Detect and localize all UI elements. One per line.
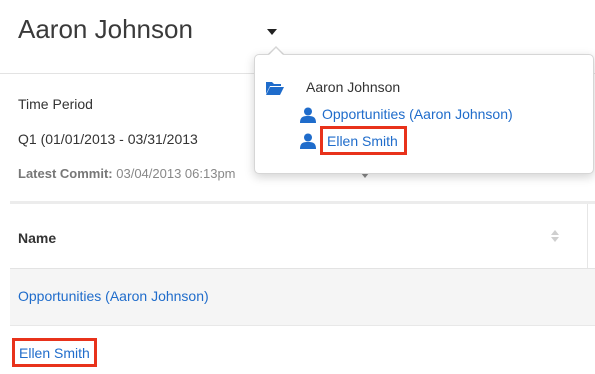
sort-down-icon (551, 237, 559, 242)
dropdown-arrow-fill (268, 48, 284, 56)
tree-item-label: Opportunities (Aaron Johnson) (322, 106, 513, 122)
user-tree-dropdown: Aaron Johnson Opportunities (Aaron Johns… (254, 54, 594, 174)
person-icon (300, 133, 316, 149)
table-header: Name (10, 204, 595, 269)
sort-up-icon (551, 230, 559, 235)
folder-open-icon (266, 82, 284, 95)
sort-icon[interactable] (550, 228, 560, 244)
time-period-label: Time Period (18, 96, 93, 112)
page-title: Aaron Johnson (18, 14, 193, 44)
user-menu-caret-icon[interactable] (267, 29, 277, 35)
column-divider (587, 204, 588, 268)
column-header-name[interactable]: Name (18, 230, 56, 246)
tree-item-label: Ellen Smith (320, 126, 407, 155)
table-row: Opportunities (Aaron Johnson) (10, 269, 595, 326)
latest-commit-value: 03/04/2013 06:13pm (116, 166, 236, 181)
latest-commit: Latest Commit: 03/04/2013 06:13pm (18, 166, 236, 181)
person-icon (300, 107, 316, 123)
latest-commit-label: Latest Commit: (18, 166, 113, 181)
time-period-value[interactable]: Q1 (01/01/2013 - 03/31/2013 (18, 131, 198, 147)
row-link-opportunities[interactable]: Opportunities (Aaron Johnson) (18, 288, 209, 304)
forecast-page: Aaron Johnson Time Period Q1 (01/01/2013… (0, 0, 595, 374)
tree-root-label: Aaron Johnson (306, 79, 401, 95)
row-link-ellen-smith[interactable]: Ellen Smith (12, 338, 97, 367)
